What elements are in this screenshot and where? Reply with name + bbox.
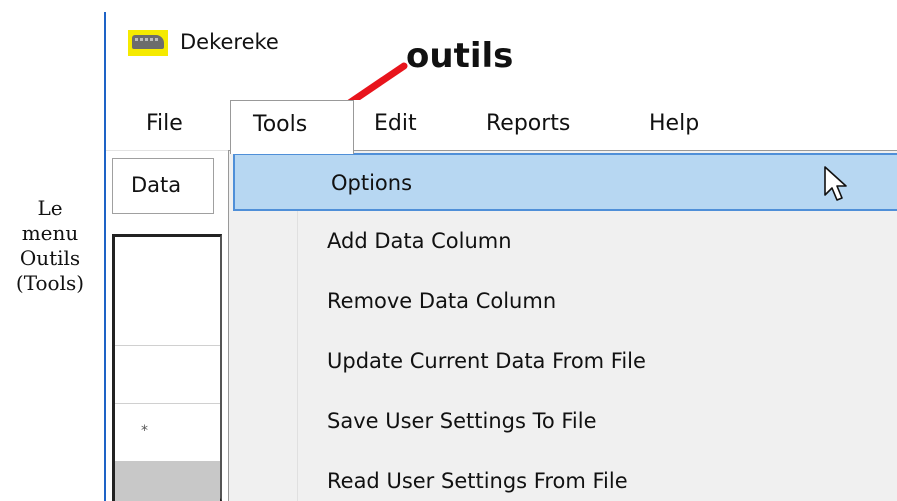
data-grid[interactable]: * — [112, 234, 222, 501]
menu-help[interactable]: Help — [649, 100, 699, 150]
table-row[interactable] — [115, 461, 220, 501]
menu-file[interactable]: File — [146, 100, 183, 150]
new-row-marker: * — [141, 423, 148, 439]
window-border — [104, 12, 106, 501]
table-row[interactable]: * — [115, 403, 220, 462]
menu-reports[interactable]: Reports — [486, 100, 570, 150]
tools-dropdown-menu: Options Add Data Column Remove Data Colu… — [228, 150, 897, 501]
menu-item-read-user-settings[interactable]: Read User Settings From File — [231, 453, 897, 501]
menu-item-update-current-data[interactable]: Update Current Data From File — [231, 333, 897, 391]
tab-data[interactable]: Data — [112, 158, 214, 214]
menu-bar: File Tools Edit Reports Help — [106, 100, 897, 154]
mouse-cursor-icon — [824, 166, 847, 201]
menu-tools[interactable]: Tools — [230, 100, 354, 154]
menu-item-add-data-column[interactable]: Add Data Column — [231, 213, 897, 271]
menu-item-save-user-settings[interactable]: Save User Settings To File — [231, 393, 897, 451]
bus-icon — [128, 30, 168, 56]
menu-edit[interactable]: Edit — [374, 100, 417, 150]
table-row[interactable] — [115, 345, 220, 404]
app-window: Dekereke outils File Tools Edit Reports … — [104, 0, 897, 501]
caption: Le menu Outils (Tools) — [0, 196, 100, 296]
table-row[interactable] — [115, 237, 220, 346]
caption-line: Outils — [19, 246, 81, 270]
caption-line: Le — [37, 196, 63, 220]
annotation-label: outils — [406, 36, 514, 76]
caption-line: menu — [21, 221, 79, 245]
window-title: Dekereke — [180, 30, 279, 54]
caption-line: (Tools) — [15, 271, 85, 295]
menu-item-options[interactable]: Options — [233, 153, 897, 211]
menu-item-remove-data-column[interactable]: Remove Data Column — [231, 273, 897, 331]
